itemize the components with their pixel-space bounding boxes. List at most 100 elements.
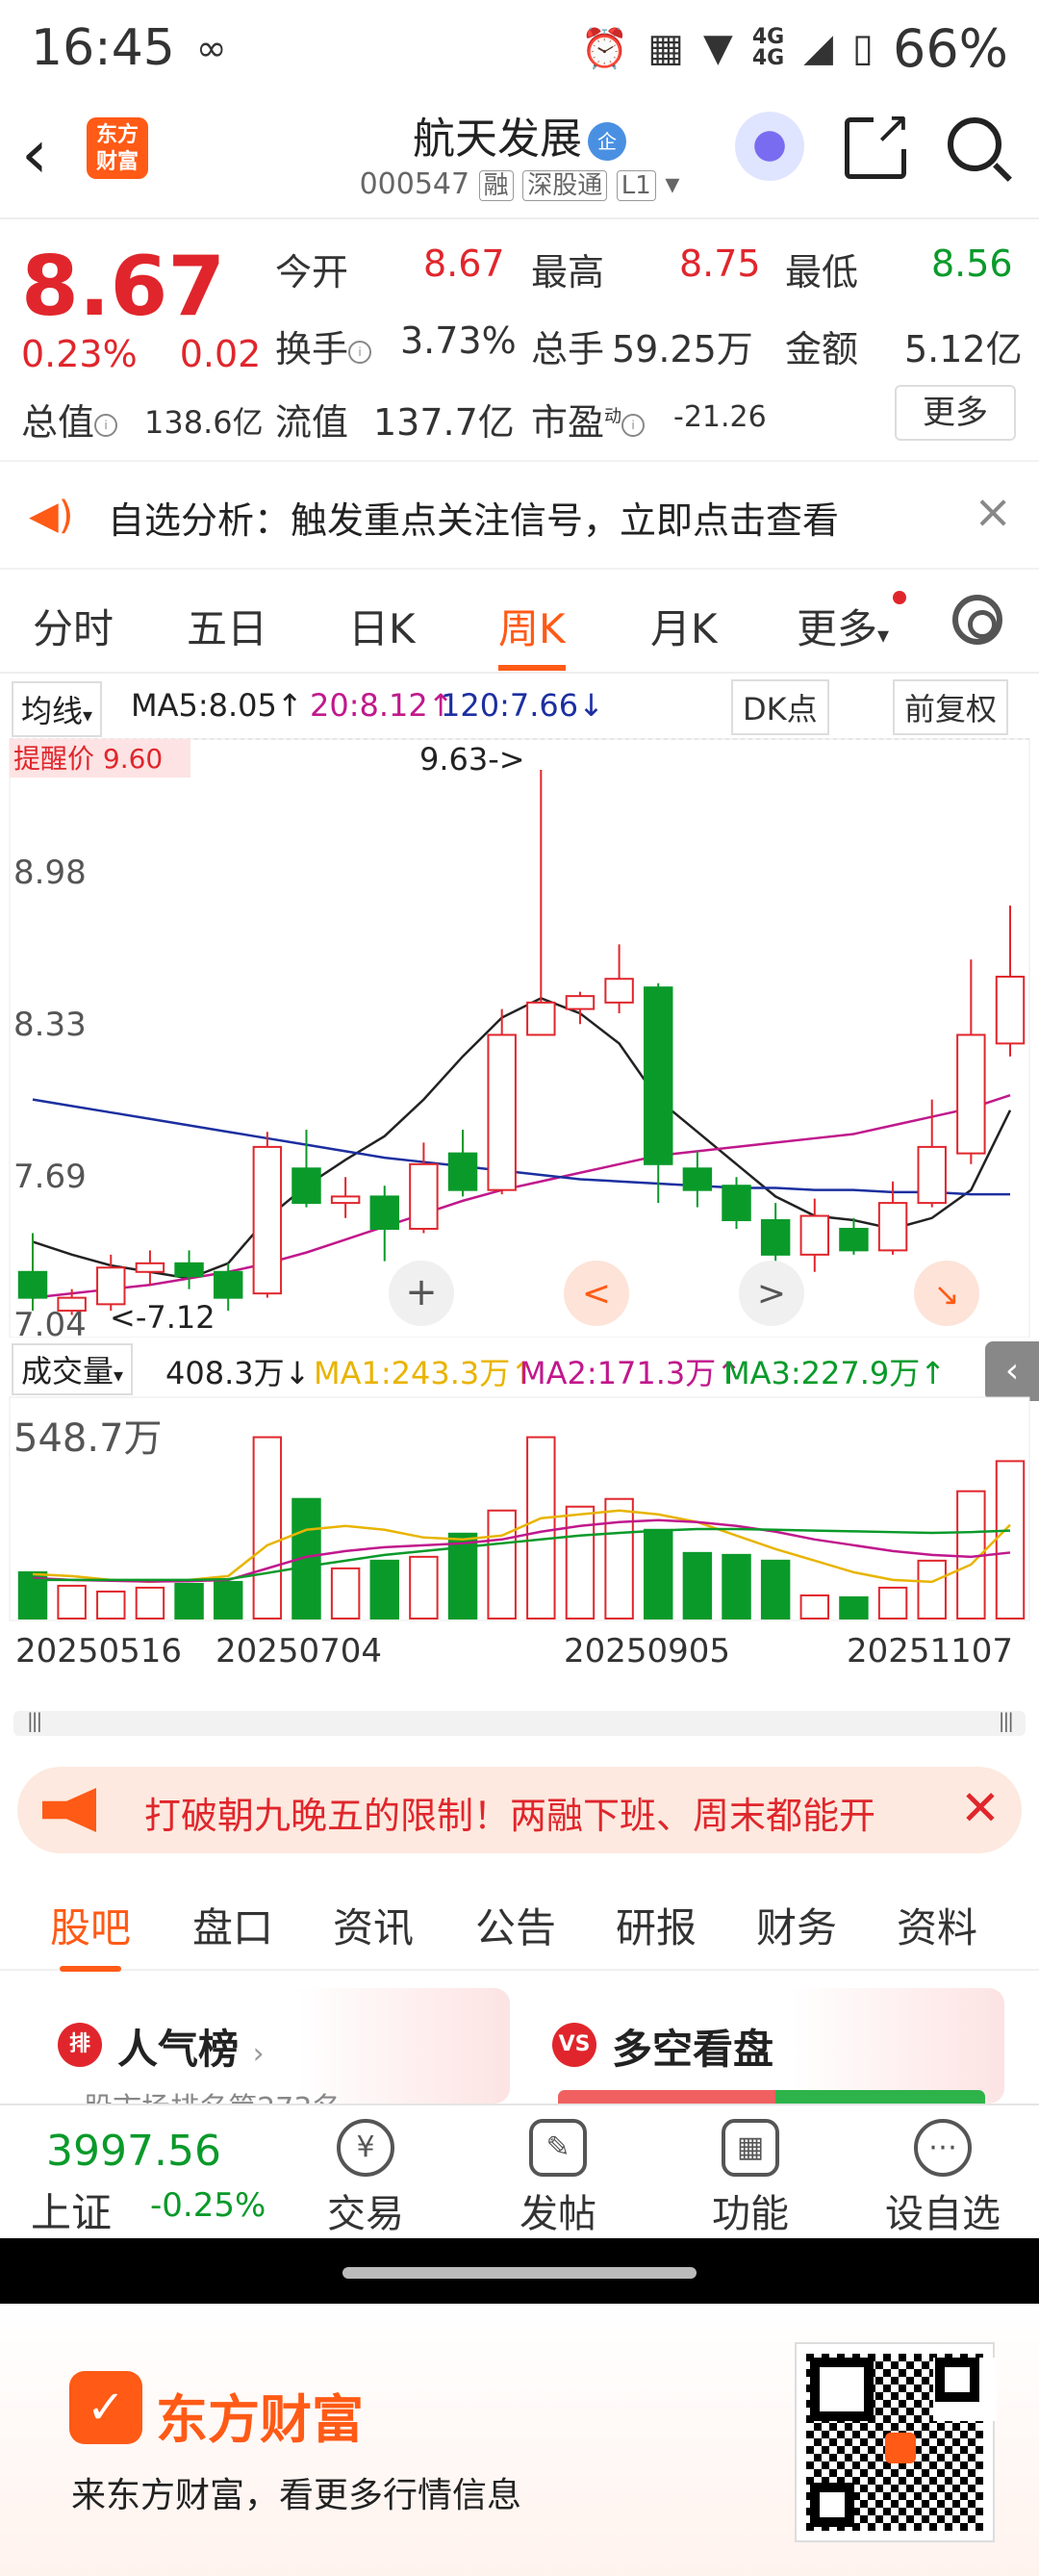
info-icon: i xyxy=(348,340,372,364)
ma120-value: 120:7.66↓ xyxy=(441,687,604,724)
volume-bar xyxy=(917,1559,947,1620)
open-label: 今开 xyxy=(275,251,349,293)
edit-icon: ✎ xyxy=(529,2119,587,2177)
index-value: 3997.56 xyxy=(46,2127,221,2176)
promo-banner[interactable]: 打破朝九晚五的限制！两融下班、周末都能开 ✕ xyxy=(17,1767,1022,1853)
max-annotation: 9.63-> xyxy=(419,741,525,778)
dk-point-button[interactable]: DK点 xyxy=(731,679,829,735)
nav-trade[interactable]: ¥ 交易 xyxy=(289,2119,443,2238)
volume-bar xyxy=(839,1595,869,1620)
speaker-icon: ◀) xyxy=(29,494,74,538)
assistant-robot-icon[interactable] xyxy=(731,112,808,189)
float-value: 137.7亿 xyxy=(373,401,515,444)
home-indicator[interactable] xyxy=(342,2267,697,2279)
amount-value: 5.12亿 xyxy=(904,328,1023,370)
warn-label: 提醒价 9.60 xyxy=(13,743,163,775)
tab-weekly-k[interactable]: 周K xyxy=(498,597,566,671)
high-value: 8.75 xyxy=(679,242,761,285)
volume-bar xyxy=(877,1586,908,1620)
candle xyxy=(877,1202,908,1252)
battery-percent: 66% xyxy=(892,17,1008,79)
candle xyxy=(330,1195,361,1205)
index-change: -0.25% xyxy=(150,2186,266,2225)
chevron-down-icon: ▾ xyxy=(83,703,93,727)
tab-finance[interactable]: 财务 xyxy=(756,1896,837,1954)
tab-research[interactable]: 研报 xyxy=(616,1896,697,1954)
bottom-nav: 3997.56 上证 -0.25% ¥ 交易 ✎ 发帖 ▦ 功能 ⋯ 设自选 xyxy=(0,2104,1039,2238)
candle xyxy=(565,995,596,1010)
candle xyxy=(291,1167,321,1205)
candle xyxy=(722,1185,751,1222)
volume-bar xyxy=(174,1582,204,1620)
nav-functions[interactable]: ▦ 功能 xyxy=(673,2119,827,2238)
candle xyxy=(917,1145,947,1205)
tab-daily-k[interactable]: 日K xyxy=(348,597,416,655)
date-label: 20251107 xyxy=(847,1632,1014,1671)
candle xyxy=(956,1033,986,1155)
tab-intraday[interactable]: 分时 xyxy=(33,597,114,655)
candle xyxy=(369,1195,399,1230)
content-tabs: 股吧 盘口 资讯 公告 研报 财务 资料 xyxy=(0,1875,1039,1972)
chevron-right-icon: > xyxy=(757,1274,786,1314)
low-value: 8.56 xyxy=(931,242,1013,285)
kline-chart[interactable]: 提醒价 9.60 8.98 8.33 7.69 7.04 9.63-> <-7.… xyxy=(0,731,1039,1338)
expand-icon: ↘ xyxy=(934,1276,960,1313)
candle xyxy=(409,1162,439,1230)
y-label: 8.33 xyxy=(13,1006,87,1044)
tab-forum[interactable]: 股吧 xyxy=(50,1896,131,1972)
close-icon[interactable]: ✕ xyxy=(960,1780,1001,1836)
nav-watchlist[interactable]: ⋯ 设自选 xyxy=(866,2119,1020,2238)
corp-badge-icon: 企 xyxy=(588,122,626,161)
nav-label: 交易 xyxy=(327,2192,404,2236)
tab-news[interactable]: 资讯 xyxy=(333,1896,414,1954)
volume-bar xyxy=(682,1551,713,1620)
volume-bar xyxy=(135,1586,165,1620)
popularity-card[interactable]: 排 人气榜 › · 股市场排名第273名 xyxy=(37,1988,510,2104)
tab-announcements[interactable]: 公告 xyxy=(475,1896,556,1954)
chart-scrollbar[interactable] xyxy=(13,1709,1026,1736)
battery-icon: ▯ xyxy=(851,26,874,70)
candle xyxy=(682,1167,713,1191)
bull-bar xyxy=(558,2090,775,2104)
date-label: 20250905 xyxy=(564,1632,731,1671)
tab-more[interactable]: 更多▾ xyxy=(797,597,889,655)
volume-chart[interactable]: 548.7万 xyxy=(0,1338,1039,1626)
nav-post[interactable]: ✎ 发帖 xyxy=(481,2119,635,2238)
footer-banner: ✓ 东方财富 来东方财富，看更多行情信息 xyxy=(0,2304,1039,2576)
volume-bar xyxy=(760,1559,791,1620)
status-time: 16:45 xyxy=(31,19,175,77)
tab-profile[interactable]: 资料 xyxy=(897,1896,977,1954)
period-tabs: 分时 五日 日K 周K 月K 更多▾ xyxy=(0,574,1039,674)
tab-monthly-k[interactable]: 月K xyxy=(650,597,718,655)
voicemail-icon: ∞ xyxy=(195,27,227,69)
quote-panel: 8.67 0.23% 0.02 今开 8.67 最高 8.75 最低 8.56 换… xyxy=(0,221,1039,452)
nav-label: 功能 xyxy=(712,2192,789,2236)
volume-bar xyxy=(252,1436,283,1620)
volume-bar xyxy=(213,1580,243,1620)
turnover-value: 3.73% xyxy=(400,319,517,362)
tab-orderbook[interactable]: 盘口 xyxy=(192,1896,273,1954)
card-title: 多空看盘 xyxy=(612,2026,774,2073)
status-bar: 16:45 ∞ ⏰ ▦ ▼ 4G 4G ◢ ▯ 66% xyxy=(0,0,1039,96)
tab-five-day[interactable]: 五日 xyxy=(187,597,267,655)
qr-code xyxy=(795,2342,995,2542)
last-price: 8.67 xyxy=(21,239,226,335)
date-label: 20250704 xyxy=(215,1632,383,1671)
rank-icon: 排 xyxy=(58,2023,102,2067)
chevron-down-icon: ▾ xyxy=(665,167,680,201)
alert-text: 自选分析：触发重点关注信号，立即点击查看 xyxy=(108,499,840,542)
adjust-button[interactable]: 前复权 xyxy=(893,679,1009,735)
more-button[interactable]: 更多 xyxy=(895,385,1016,441)
candle xyxy=(135,1262,165,1273)
y-label: 8.98 xyxy=(13,854,87,892)
gear-icon[interactable] xyxy=(952,595,1002,645)
wifi-icon: ▼ xyxy=(703,26,733,70)
close-icon[interactable]: × xyxy=(974,485,1012,539)
alert-banner[interactable]: ◀) 自选分析：触发重点关注信号，立即点击查看 × xyxy=(0,460,1039,570)
candle xyxy=(995,975,1026,1045)
candle xyxy=(604,978,634,1004)
bull-bear-card[interactable]: VS 多空看盘 xyxy=(531,1988,1004,2104)
share-icon[interactable] xyxy=(845,105,911,179)
indicator-selector[interactable]: 均线▾ xyxy=(12,681,103,737)
search-icon[interactable] xyxy=(948,117,1001,171)
